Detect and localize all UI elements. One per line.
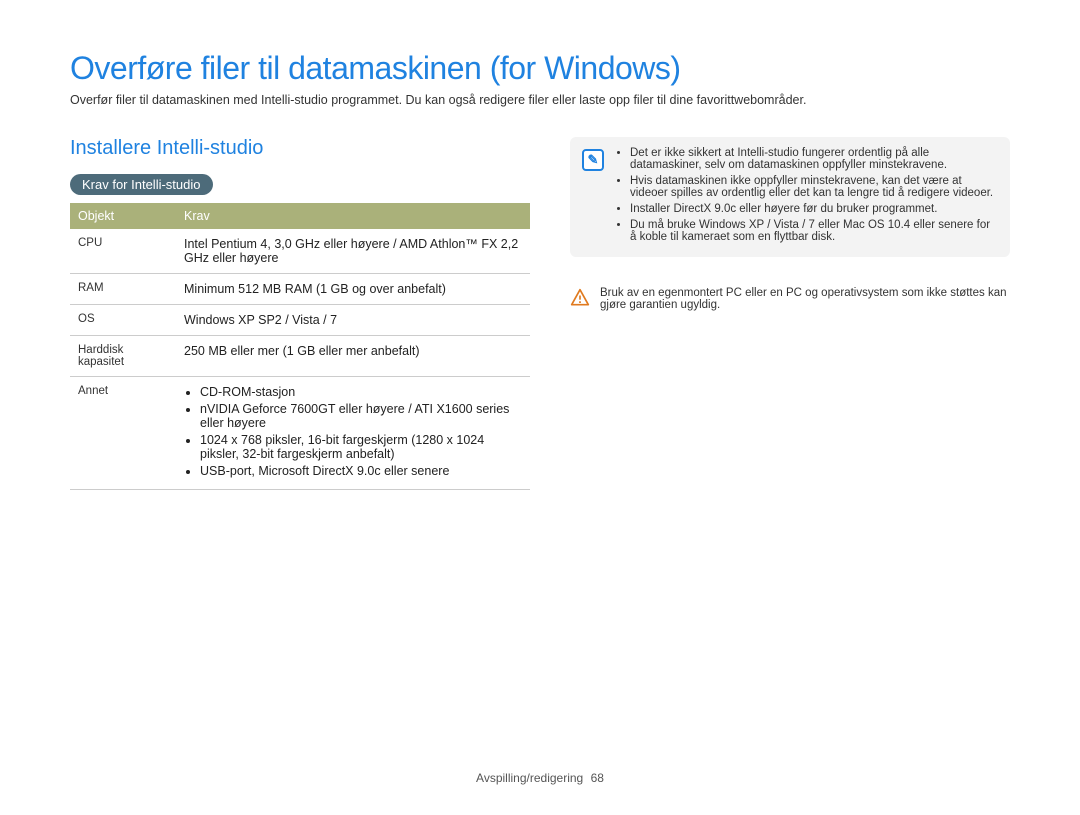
list-item: Installer DirectX 9.0c eller høyere før … — [630, 203, 996, 215]
list-item: 1024 x 768 piksler, 16-bit fargeskjerm (… — [200, 433, 522, 461]
cell-label: RAM — [70, 274, 176, 305]
warning-note: Bruk av en egenmontert PC eller en PC og… — [570, 287, 1010, 311]
cell-label: OS — [70, 305, 176, 336]
info-note: ✎ Det er ikke sikkert at Intelli-studio … — [570, 137, 1010, 257]
list-item: USB-port, Microsoft DirectX 9.0c eller s… — [200, 464, 522, 478]
table-row: CPU Intel Pentium 4, 3,0 GHz eller høyer… — [70, 229, 530, 274]
cell-label: Harddisk kapasitet — [70, 336, 176, 377]
section-title: Installere Intelli-studio — [70, 137, 530, 160]
table-header-krav: Krav — [176, 203, 530, 229]
content-area: Installere Intelli-studio Krav for Intel… — [70, 137, 1010, 761]
cell-label: CPU — [70, 229, 176, 274]
left-column: Installere Intelli-studio Krav for Intel… — [70, 137, 530, 761]
requirements-pill: Krav for Intelli-studio — [70, 174, 213, 195]
page-footer: Avspilling/redigering 68 — [70, 761, 1010, 785]
cell-value: 250 MB eller mer (1 GB eller mer anbefal… — [176, 336, 530, 377]
note-icon: ✎ — [582, 149, 604, 171]
table-row: Harddisk kapasitet 250 MB eller mer (1 G… — [70, 336, 530, 377]
cell-value: Intel Pentium 4, 3,0 GHz eller høyere / … — [176, 229, 530, 274]
table-row: OS Windows XP SP2 / Vista / 7 — [70, 305, 530, 336]
cell-value: Minimum 512 MB RAM (1 GB og over anbefal… — [176, 274, 530, 305]
page-title: Overføre filer til datamaskinen (for Win… — [70, 50, 1010, 87]
page-number: 68 — [591, 771, 604, 785]
cell-value: CD-ROM-stasjon nVIDIA Geforce 7600GT ell… — [176, 377, 530, 490]
table-row: Annet CD-ROM-stasjon nVIDIA Geforce 7600… — [70, 377, 530, 490]
right-column: ✎ Det er ikke sikkert at Intelli-studio … — [570, 137, 1010, 761]
requirements-table: Objekt Krav CPU Intel Pentium 4, 3,0 GHz… — [70, 203, 530, 490]
warning-icon — [570, 288, 590, 308]
warning-text: Bruk av en egenmontert PC eller en PC og… — [600, 287, 1010, 311]
footer-text: Avspilling/redigering — [476, 771, 583, 785]
cell-value: Windows XP SP2 / Vista / 7 — [176, 305, 530, 336]
cell-label: Annet — [70, 377, 176, 490]
table-header-objekt: Objekt — [70, 203, 176, 229]
table-row: RAM Minimum 512 MB RAM (1 GB og over anb… — [70, 274, 530, 305]
list-item: Du må bruke Windows XP / Vista / 7 eller… — [630, 219, 996, 243]
list-item: Det er ikke sikkert at Intelli-studio fu… — [630, 147, 996, 171]
list-item: CD-ROM-stasjon — [200, 385, 522, 399]
intro-text: Overfør filer til datamaskinen med Intel… — [70, 93, 1010, 107]
list-item: nVIDIA Geforce 7600GT eller høyere / ATI… — [200, 402, 522, 430]
list-item: Hvis datamaskinen ikke oppfyller minstek… — [630, 175, 996, 199]
